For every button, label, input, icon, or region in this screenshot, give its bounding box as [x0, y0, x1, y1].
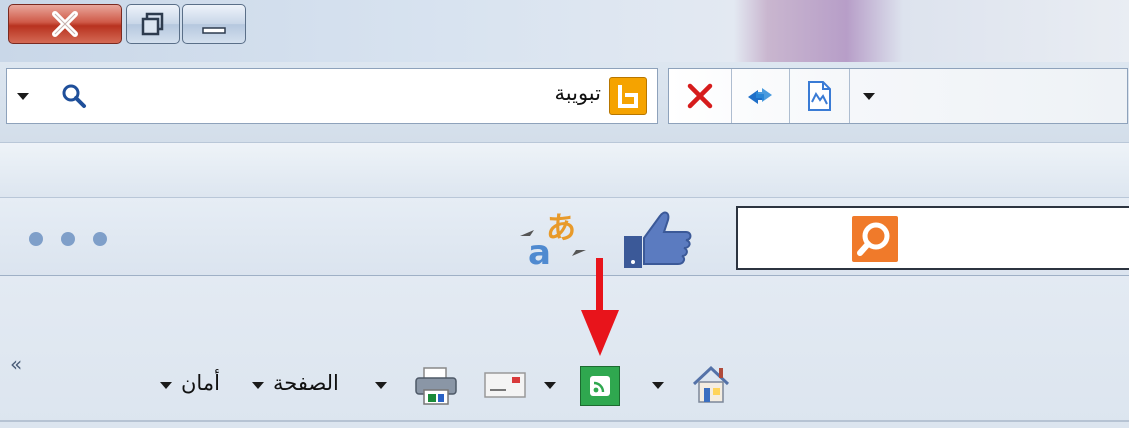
favorites-bar — [0, 142, 1129, 198]
page-dropdown-icon[interactable] — [252, 382, 264, 389]
print-dropdown-icon[interactable] — [375, 382, 387, 389]
page-menu[interactable]: الصفحة — [273, 371, 339, 395]
like-icon[interactable] — [622, 206, 694, 270]
title-bar — [0, 0, 1129, 62]
minimize-button[interactable] — [182, 4, 246, 44]
close-button[interactable] — [8, 4, 122, 44]
command-bar-divider — [0, 420, 1129, 422]
mail-dropdown-icon[interactable] — [544, 382, 556, 389]
overflow-chevron[interactable]: « — [10, 352, 22, 376]
history-dropdown-icon[interactable] — [863, 93, 875, 100]
safety-dropdown-icon[interactable] — [160, 382, 172, 389]
toolbar-search-button[interactable] — [852, 216, 898, 262]
compatibility-icon — [808, 81, 831, 111]
search-provider-label: تبويبة — [554, 81, 601, 105]
search-icon[interactable] — [61, 83, 87, 109]
annotation-arrow — [581, 258, 619, 356]
toolbar-search-box[interactable] — [736, 206, 1129, 270]
feeds-button[interactable] — [580, 366, 620, 406]
command-bar: « أمان الصفحة — [0, 258, 1129, 428]
close-icon — [52, 11, 78, 37]
restore-icon — [141, 12, 164, 36]
search-dropdown-icon[interactable] — [17, 93, 29, 100]
home-dropdown-icon[interactable] — [652, 382, 664, 389]
more-dots-icon[interactable] — [28, 230, 112, 248]
refresh-icon — [748, 88, 772, 104]
print-icon[interactable] — [414, 366, 458, 406]
stop-button[interactable] — [669, 69, 732, 123]
bing-icon[interactable] — [609, 77, 647, 115]
restore-button[interactable] — [126, 4, 180, 44]
search-box[interactable]: تبويبة — [6, 68, 658, 124]
home-icon[interactable] — [690, 362, 732, 406]
search-icon — [857, 222, 890, 256]
stop-icon — [687, 83, 713, 109]
compatibility-view-button[interactable] — [789, 69, 850, 123]
safety-menu[interactable]: أمان — [181, 371, 220, 395]
mail-icon[interactable] — [484, 372, 526, 398]
svg-text:a: a — [528, 233, 551, 270]
navigation-buttons — [668, 68, 1128, 124]
minimize-icon — [202, 27, 226, 34]
feeds-icon — [590, 376, 610, 396]
refresh-button[interactable] — [731, 69, 790, 123]
